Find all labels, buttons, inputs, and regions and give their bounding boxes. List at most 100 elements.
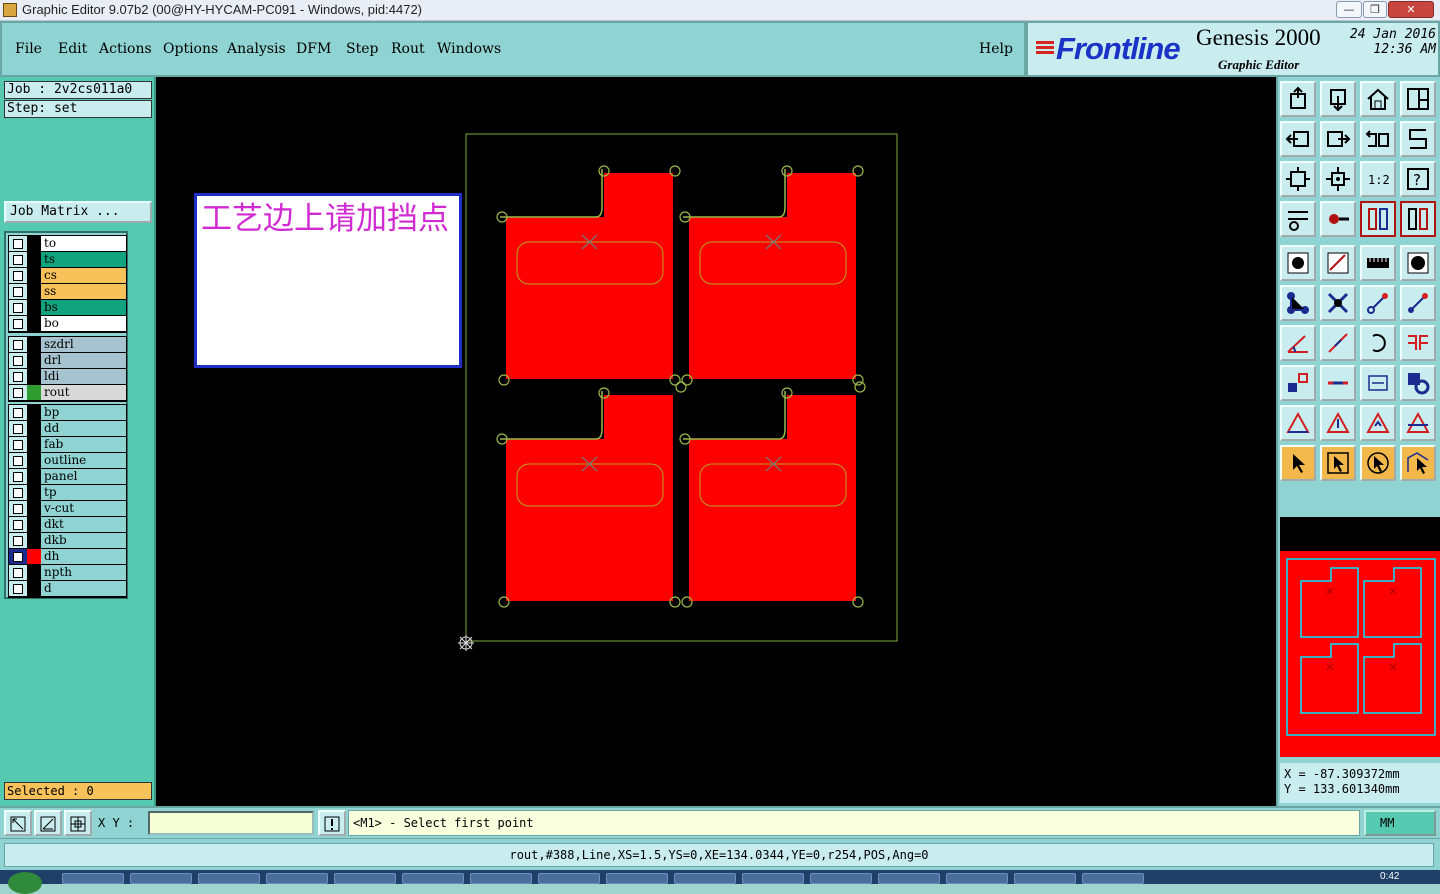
taskbar-app[interactable] <box>606 873 668 884</box>
delete-node-icon[interactable] <box>1320 285 1356 321</box>
minimize-button[interactable]: — <box>1336 1 1362 18</box>
layer-checkbox[interactable] <box>9 549 27 564</box>
layer-name[interactable]: ss <box>41 284 126 299</box>
layer-row-ss[interactable]: ss <box>9 284 126 300</box>
taskbar-app[interactable] <box>198 873 260 884</box>
settings-sliders-icon[interactable] <box>1280 201 1316 237</box>
layer-row-bs[interactable]: bs <box>9 300 126 316</box>
layer-row-bp[interactable]: bp <box>9 405 126 421</box>
layer-color-swatch[interactable] <box>27 268 41 283</box>
snap-angle-icon[interactable] <box>34 810 62 836</box>
layer-name[interactable]: dkt <box>41 517 126 532</box>
pad-add-icon[interactable] <box>1280 245 1316 281</box>
layer-checkbox[interactable] <box>9 284 27 299</box>
snake-icon[interactable] <box>1400 121 1436 157</box>
shape-group-icon[interactable] <box>1400 365 1436 401</box>
layer-row-outline[interactable]: outline <box>9 453 126 469</box>
arc-icon[interactable] <box>1360 325 1396 361</box>
help-icon[interactable]: ? <box>1400 161 1436 197</box>
layer-checkbox[interactable] <box>9 337 27 352</box>
layer-color-swatch[interactable] <box>27 453 41 468</box>
layer-name[interactable]: bp <box>41 405 126 420</box>
taskbar-app[interactable] <box>470 873 532 884</box>
layer-row-dkt[interactable]: dkt <box>9 517 126 533</box>
layer-checkbox[interactable] <box>9 300 27 315</box>
taskbar-app[interactable] <box>742 873 804 884</box>
alert-icon[interactable] <box>318 810 346 836</box>
layer-color-swatch[interactable] <box>27 252 41 267</box>
layer-row-szdrl[interactable]: szdrl <box>9 337 126 353</box>
layer-color-swatch[interactable] <box>27 565 41 580</box>
menu-rout[interactable]: Rout <box>391 41 425 57</box>
layer-color-swatch[interactable] <box>27 581 41 596</box>
layer-name[interactable]: to <box>41 236 126 251</box>
taskbar-app[interactable] <box>130 873 192 884</box>
layer-name[interactable]: tp <box>41 485 126 500</box>
center-distance-icon[interactable] <box>1360 365 1396 401</box>
menu-step[interactable]: Step <box>346 41 378 57</box>
layer-row-tp[interactable]: tp <box>9 485 126 501</box>
triangle-small-icon[interactable] <box>1280 405 1316 441</box>
layer-checkbox[interactable] <box>9 421 27 436</box>
taskbar-app[interactable] <box>674 873 736 884</box>
select-pointer-icon[interactable] <box>1280 445 1316 481</box>
layer-row-panel[interactable]: panel <box>9 469 126 485</box>
taskbar-app[interactable] <box>266 873 328 884</box>
layer-checkbox[interactable] <box>9 469 27 484</box>
layer-name[interactable]: d <box>41 581 126 596</box>
layer-compare-icon[interactable] <box>1400 201 1436 237</box>
zoom-center-icon[interactable] <box>1320 161 1356 197</box>
layer-name[interactable]: dh <box>41 549 126 564</box>
measure-probe-icon[interactable] <box>1320 201 1356 237</box>
grid-snap-icon[interactable] <box>64 810 92 836</box>
move-right-icon[interactable] <box>1320 121 1356 157</box>
horizontal-line-icon[interactable] <box>1320 365 1356 401</box>
layer-color-swatch[interactable] <box>27 369 41 384</box>
slant-line-icon[interactable] <box>1320 325 1356 361</box>
layer-row-v-cut[interactable]: v-cut <box>9 501 126 517</box>
layer-checkbox[interactable] <box>9 485 27 500</box>
layer-row-d[interactable]: d <box>9 581 126 597</box>
taskbar-app[interactable] <box>810 873 872 884</box>
line-red-dot-icon[interactable] <box>1360 285 1396 321</box>
menu-windows[interactable]: Windows <box>437 41 501 57</box>
taskbar-app[interactable] <box>946 873 1008 884</box>
layer-checkbox[interactable] <box>9 501 27 516</box>
layer-row-bo[interactable]: bo <box>9 316 126 332</box>
layer-checkbox[interactable] <box>9 533 27 548</box>
layer-row-dh[interactable]: dh <box>9 549 126 565</box>
download-icon[interactable] <box>1320 81 1356 117</box>
layer-color-swatch[interactable] <box>27 485 41 500</box>
taskbar-app[interactable] <box>1082 873 1144 884</box>
triangle-base-icon[interactable] <box>1400 405 1436 441</box>
layer-checkbox[interactable] <box>9 236 27 251</box>
ruler-icon[interactable] <box>1360 245 1396 281</box>
xy-input[interactable] <box>148 811 314 835</box>
layer-row-to[interactable]: to <box>9 236 126 252</box>
layer-checkbox[interactable] <box>9 437 27 452</box>
start-button-icon[interactable] <box>8 872 42 894</box>
layer-name[interactable]: bo <box>41 316 126 331</box>
upload-icon[interactable] <box>1280 81 1316 117</box>
triangle-up-icon[interactable] <box>1320 405 1356 441</box>
maximize-button[interactable]: ❐ <box>1363 1 1387 18</box>
layer-row-rout[interactable]: rout <box>9 385 126 401</box>
layer-name[interactable]: panel <box>41 469 126 484</box>
layer-checkbox[interactable] <box>9 369 27 384</box>
layer-name[interactable]: fab <box>41 437 126 452</box>
menu-dfm[interactable]: DFM <box>296 41 331 57</box>
layer-color-swatch[interactable] <box>27 300 41 315</box>
layer-color-swatch[interactable] <box>27 437 41 452</box>
layer-name[interactable]: outline <box>41 453 126 468</box>
layer-color-swatch[interactable] <box>27 517 41 532</box>
triangle-arrow-icon[interactable] <box>1360 405 1396 441</box>
menu-options[interactable]: Options <box>163 41 218 57</box>
layer-color-swatch[interactable] <box>27 353 41 368</box>
taskbar-app[interactable] <box>538 873 600 884</box>
layer-checkbox[interactable] <box>9 316 27 331</box>
graphic-canvas[interactable]: 工艺边上请加挡点 <box>156 77 1276 806</box>
line-blue-dot-icon[interactable] <box>1400 285 1436 321</box>
select-box-icon[interactable] <box>1320 445 1356 481</box>
layer-color-swatch[interactable] <box>27 337 41 352</box>
layer-checkbox[interactable] <box>9 565 27 580</box>
